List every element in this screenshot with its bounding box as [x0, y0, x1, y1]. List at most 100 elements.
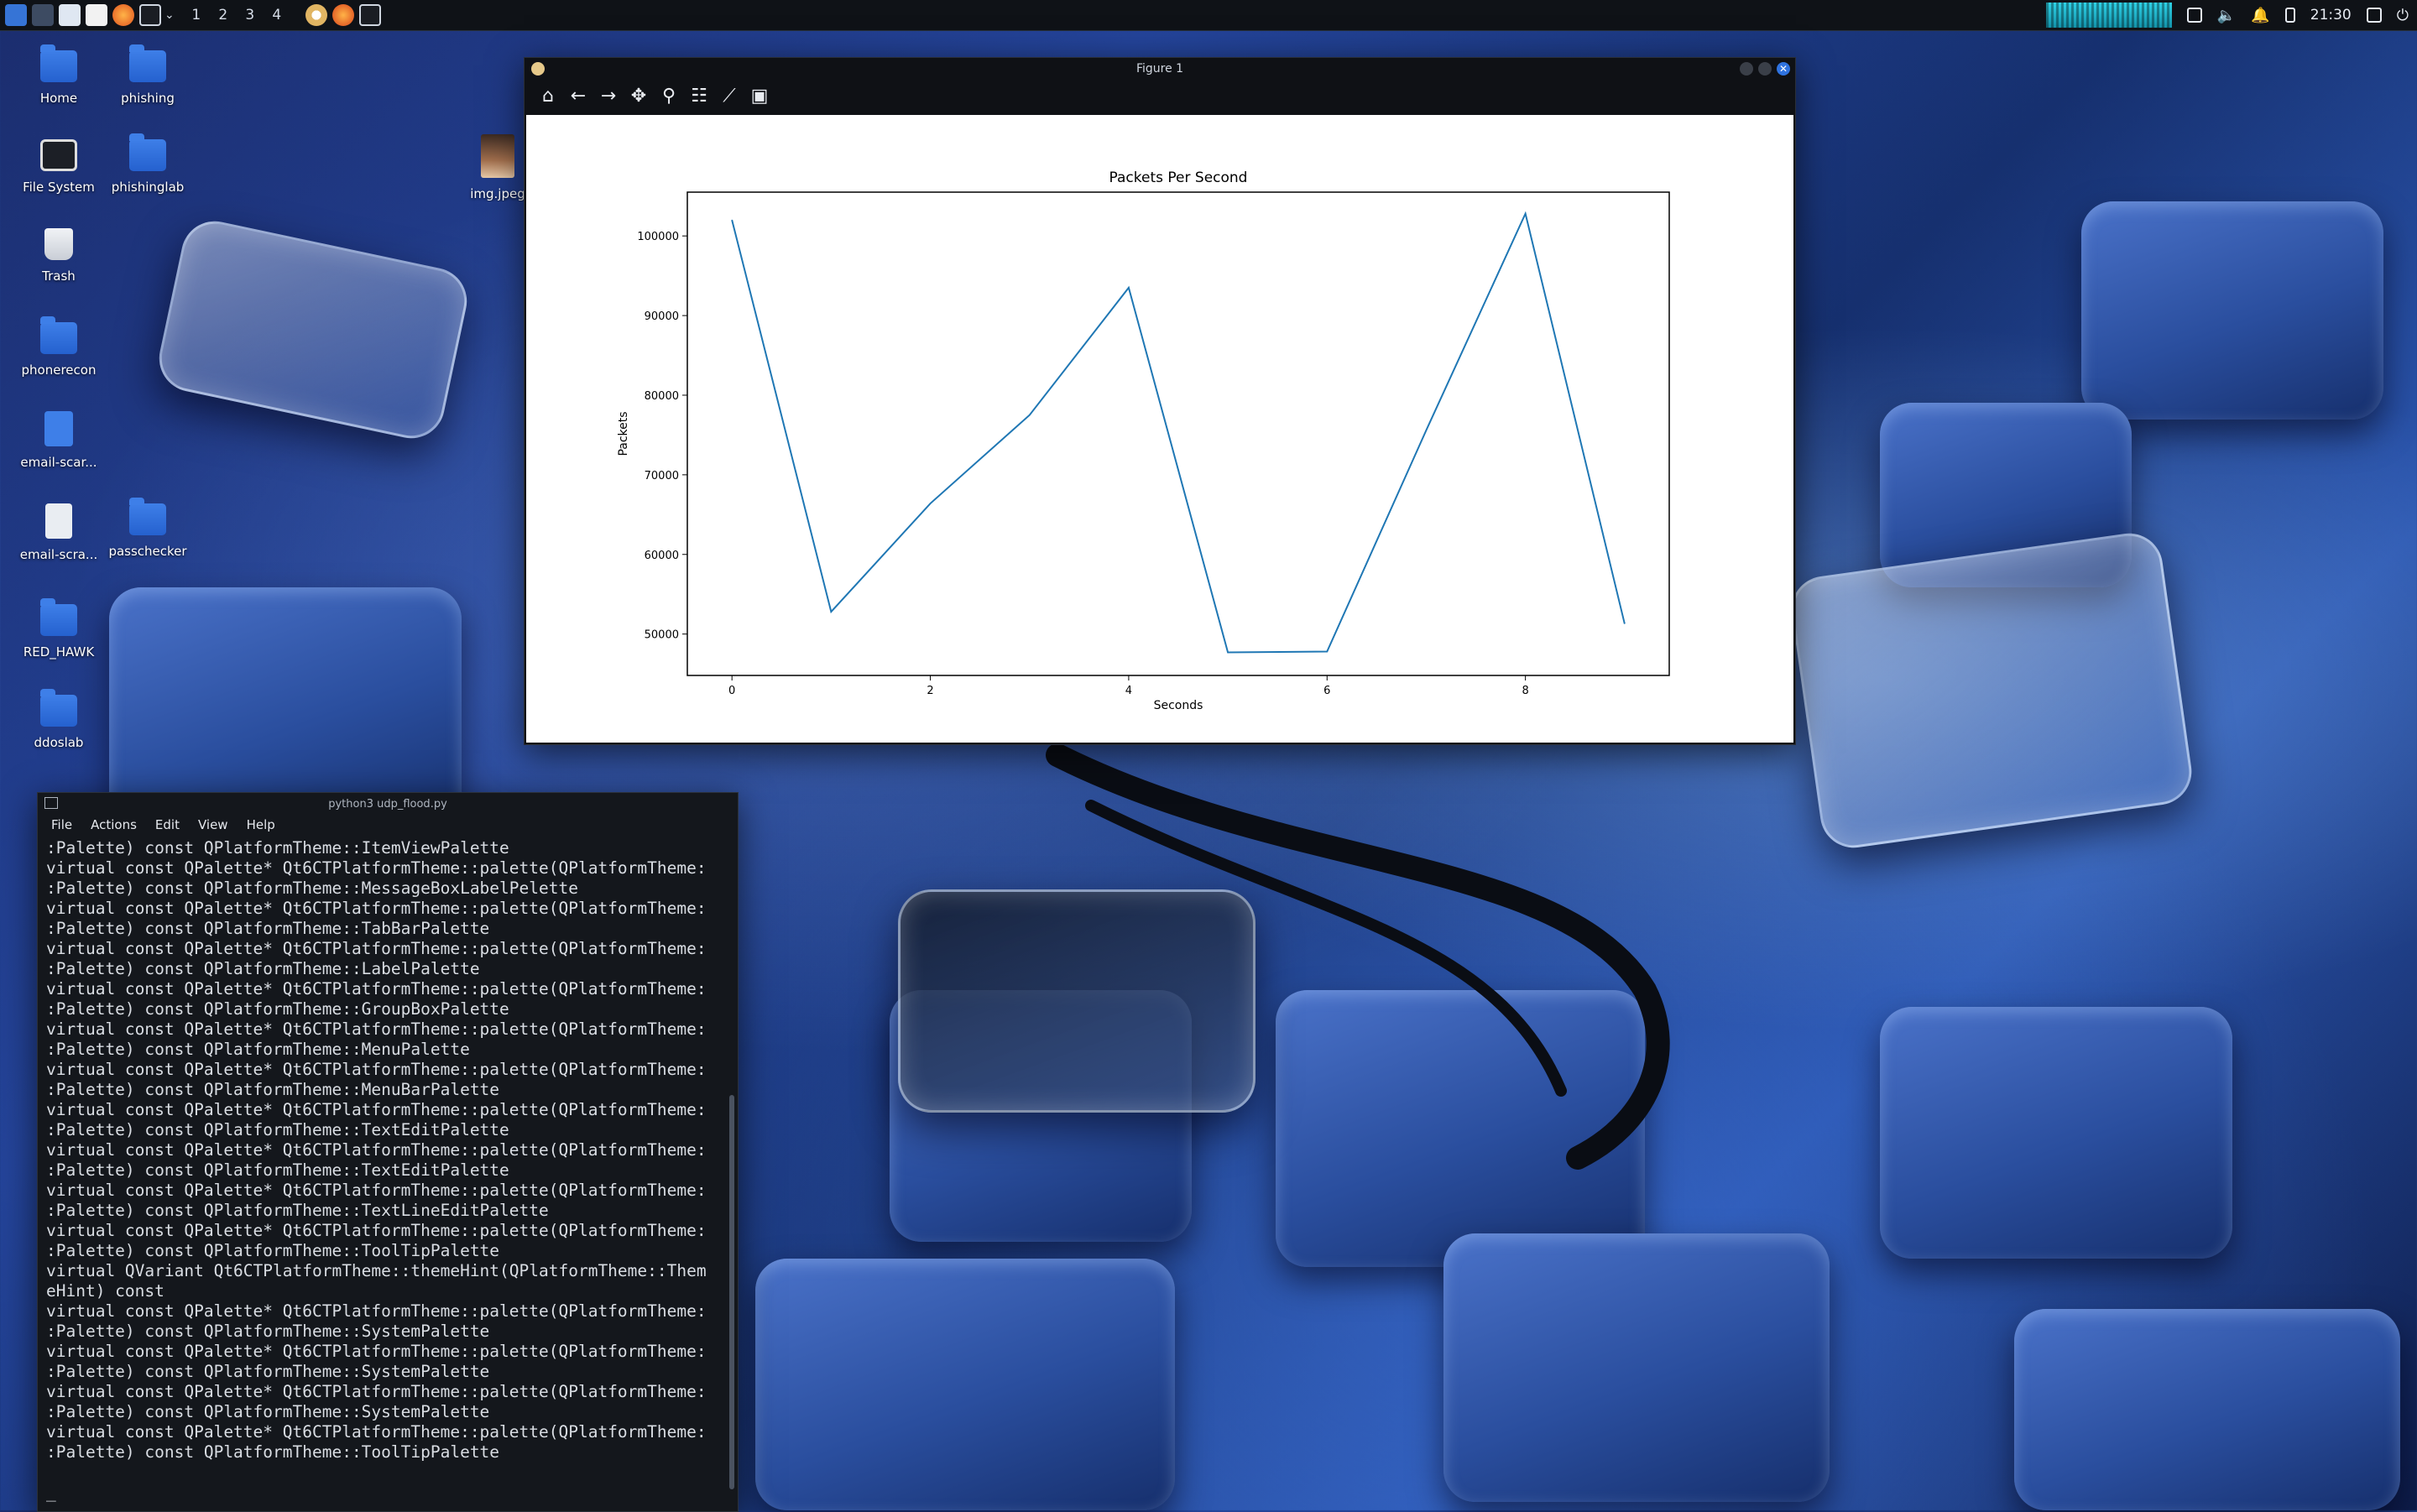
- wallpaper-cube: [755, 1259, 1175, 1510]
- figure-window: Figure 1 ✕ ⌂ ← → ✥ ⚲ ☷ ⟋ ▣ Packets Per S…: [524, 57, 1796, 745]
- notification-bell-icon[interactable]: 🔔: [2251, 7, 2269, 24]
- terminal-line: virtual const QPalette* Qt6CTPlatformThe…: [46, 1181, 707, 1200]
- firefox-task-icon[interactable]: [331, 4, 354, 26]
- y-tick-label: 60000: [645, 550, 679, 562]
- desktop-icon-phishing[interactable]: phishing: [106, 44, 190, 106]
- menu-help[interactable]: Help: [247, 817, 275, 832]
- show-desktop-icon[interactable]: [32, 4, 54, 26]
- menu-actions[interactable]: Actions: [91, 817, 137, 832]
- trash-icon: [44, 228, 73, 260]
- home-icon[interactable]: ⌂: [536, 85, 560, 108]
- terminal-line: eHint) const: [46, 1281, 164, 1301]
- plot-frame: [686, 191, 1670, 676]
- folder-icon: [40, 689, 77, 727]
- text-file-icon: [45, 503, 72, 539]
- image-icon: [481, 134, 514, 178]
- x-axis-label: Seconds: [1154, 699, 1203, 712]
- terminal-line: virtual const QPalette* Qt6CTPlatformThe…: [46, 1382, 707, 1401]
- desktop-icon-ddoslab[interactable]: ddoslab: [17, 689, 101, 750]
- pan-icon[interactable]: ✥: [627, 85, 650, 108]
- terminal-output[interactable]: :Palette) const QPlatformTheme::ItemView…: [46, 838, 723, 1503]
- data-point: [1029, 414, 1031, 416]
- y-tick-label: 80000: [645, 390, 679, 403]
- drive-icon: [40, 139, 77, 171]
- cpu-graph: [2045, 3, 2172, 28]
- terminal-menubar: File Actions Edit View Help: [38, 815, 738, 835]
- x-tick-label: 4: [1125, 685, 1132, 697]
- menu-edit[interactable]: Edit: [155, 817, 180, 832]
- desktop-icon-red-hawk[interactable]: RED_HAWK: [17, 598, 101, 660]
- chevron-down-icon[interactable]: ⌄: [164, 8, 175, 22]
- workspace-4[interactable]: 4: [264, 7, 290, 23]
- display-icon[interactable]: [2186, 8, 2202, 23]
- edit-axis-icon[interactable]: ⟋: [718, 85, 741, 108]
- terminal-line: :Palette) const QPlatformTheme::SystemPa…: [46, 1322, 490, 1341]
- terminal-line: :Palette) const QPlatformTheme::ToolTipP…: [46, 1241, 500, 1260]
- figure-canvas[interactable]: Packets Per Second Seconds Packets 0 2 4 6 8 500…: [526, 115, 1793, 743]
- zoom-icon[interactable]: ⚲: [657, 85, 681, 108]
- terminal-line: :Palette) const QPlatformTheme::MessageB…: [46, 879, 578, 898]
- terminal-line: virtual const QPalette* Qt6CTPlatformThe…: [46, 899, 707, 918]
- terminal-line: :Palette) const QPlatformTheme::GroupBox…: [46, 999, 509, 1019]
- desktop-icon-phonerecon[interactable]: phonerecon: [17, 316, 101, 378]
- desktop-icon-phishinglab[interactable]: phishinglab: [106, 133, 190, 195]
- close-icon[interactable]: ✕: [1777, 62, 1790, 76]
- terminal-titlebar[interactable]: python3 udp_flood.py: [38, 793, 738, 815]
- kali-menu-icon[interactable]: [5, 4, 27, 26]
- terminal-app-icon: [44, 797, 58, 809]
- configure-subplots-icon[interactable]: ☷: [687, 85, 711, 108]
- clock[interactable]: 21:30: [2310, 7, 2352, 23]
- lock-icon[interactable]: [2366, 8, 2382, 23]
- desktop-icon-email-scra[interactable]: email-scra...: [17, 503, 101, 562]
- terminal-scrollbar[interactable]: [729, 1095, 734, 1489]
- forward-arrow-icon[interactable]: →: [597, 85, 620, 108]
- terminal-line: _: [46, 1483, 56, 1502]
- desktop-icon-label: File System: [23, 180, 95, 195]
- wallpaper-cube: [2014, 1309, 2400, 1510]
- desktop-icon-email-scar[interactable]: email-scar...: [17, 411, 101, 470]
- folder-icon: [129, 133, 166, 171]
- y-tick-label: 100000: [637, 231, 679, 243]
- battery-icon[interactable]: [2284, 8, 2295, 23]
- y-tick-label: 90000: [645, 310, 679, 323]
- desktop-icon-file-system[interactable]: File System: [17, 139, 101, 195]
- back-arrow-icon[interactable]: ←: [566, 85, 590, 108]
- save-icon[interactable]: ▣: [748, 85, 771, 108]
- terminal-task-icon[interactable]: [358, 4, 381, 26]
- chart-title: Packets Per Second: [1109, 169, 1248, 186]
- workspace-3[interactable]: 3: [237, 7, 264, 23]
- workspace-2[interactable]: 2: [210, 7, 237, 23]
- terminal-line: :Palette) const QPlatformTheme::SystemPa…: [46, 1402, 490, 1421]
- terminal-line: virtual const QPalette* Qt6CTPlatformThe…: [46, 1019, 707, 1039]
- terminal-line: :Palette) const QPlatformTheme::ToolTipP…: [46, 1442, 500, 1462]
- menu-view[interactable]: View: [198, 817, 228, 832]
- desktop-icon-label: email-scra...: [19, 547, 98, 562]
- desktop-icon-home[interactable]: Home: [17, 44, 101, 106]
- data-point: [1525, 213, 1527, 215]
- terminal-line: virtual const QPalette* Qt6CTPlatformThe…: [46, 1221, 707, 1240]
- top-panel: ⌄ 1 2 3 4 🔈 🔔 21:30 ⏻: [0, 0, 2417, 31]
- file-manager-icon[interactable]: [59, 4, 81, 26]
- terminal-icon[interactable]: [139, 4, 161, 26]
- desktop-icon-label: phishinglab: [111, 180, 185, 195]
- desktop-icon-passchecker[interactable]: passchecker: [106, 498, 190, 559]
- minimize-icon[interactable]: [1740, 62, 1753, 76]
- figure-titlebar[interactable]: Figure 1 ✕: [525, 58, 1795, 80]
- terminal-line: :Palette) const QPlatformTheme::TextLine…: [46, 1201, 549, 1220]
- volume-icon[interactable]: 🔈: [2217, 7, 2236, 24]
- menu-file[interactable]: File: [51, 817, 72, 832]
- power-icon[interactable]: ⏻: [2397, 7, 2409, 24]
- wallpaper-cube: [1880, 1007, 2232, 1259]
- desktop-icon-trash[interactable]: Trash: [17, 228, 101, 284]
- maximize-icon[interactable]: [1758, 62, 1772, 76]
- matplotlib-task-icon[interactable]: [305, 4, 327, 26]
- terminal-window-title: python3 udp_flood.py: [328, 797, 447, 811]
- matplotlib-app-icon: [531, 62, 545, 76]
- wallpaper-glass-cube: [1787, 529, 2196, 852]
- terminal-line: virtual const QPalette* Qt6CTPlatformThe…: [46, 1100, 707, 1119]
- text-editor-icon[interactable]: [86, 4, 107, 26]
- workspace-1[interactable]: 1: [183, 7, 210, 23]
- firefox-icon[interactable]: [112, 4, 134, 26]
- terminal-line: virtual const QPalette* Qt6CTPlatformThe…: [46, 1301, 707, 1321]
